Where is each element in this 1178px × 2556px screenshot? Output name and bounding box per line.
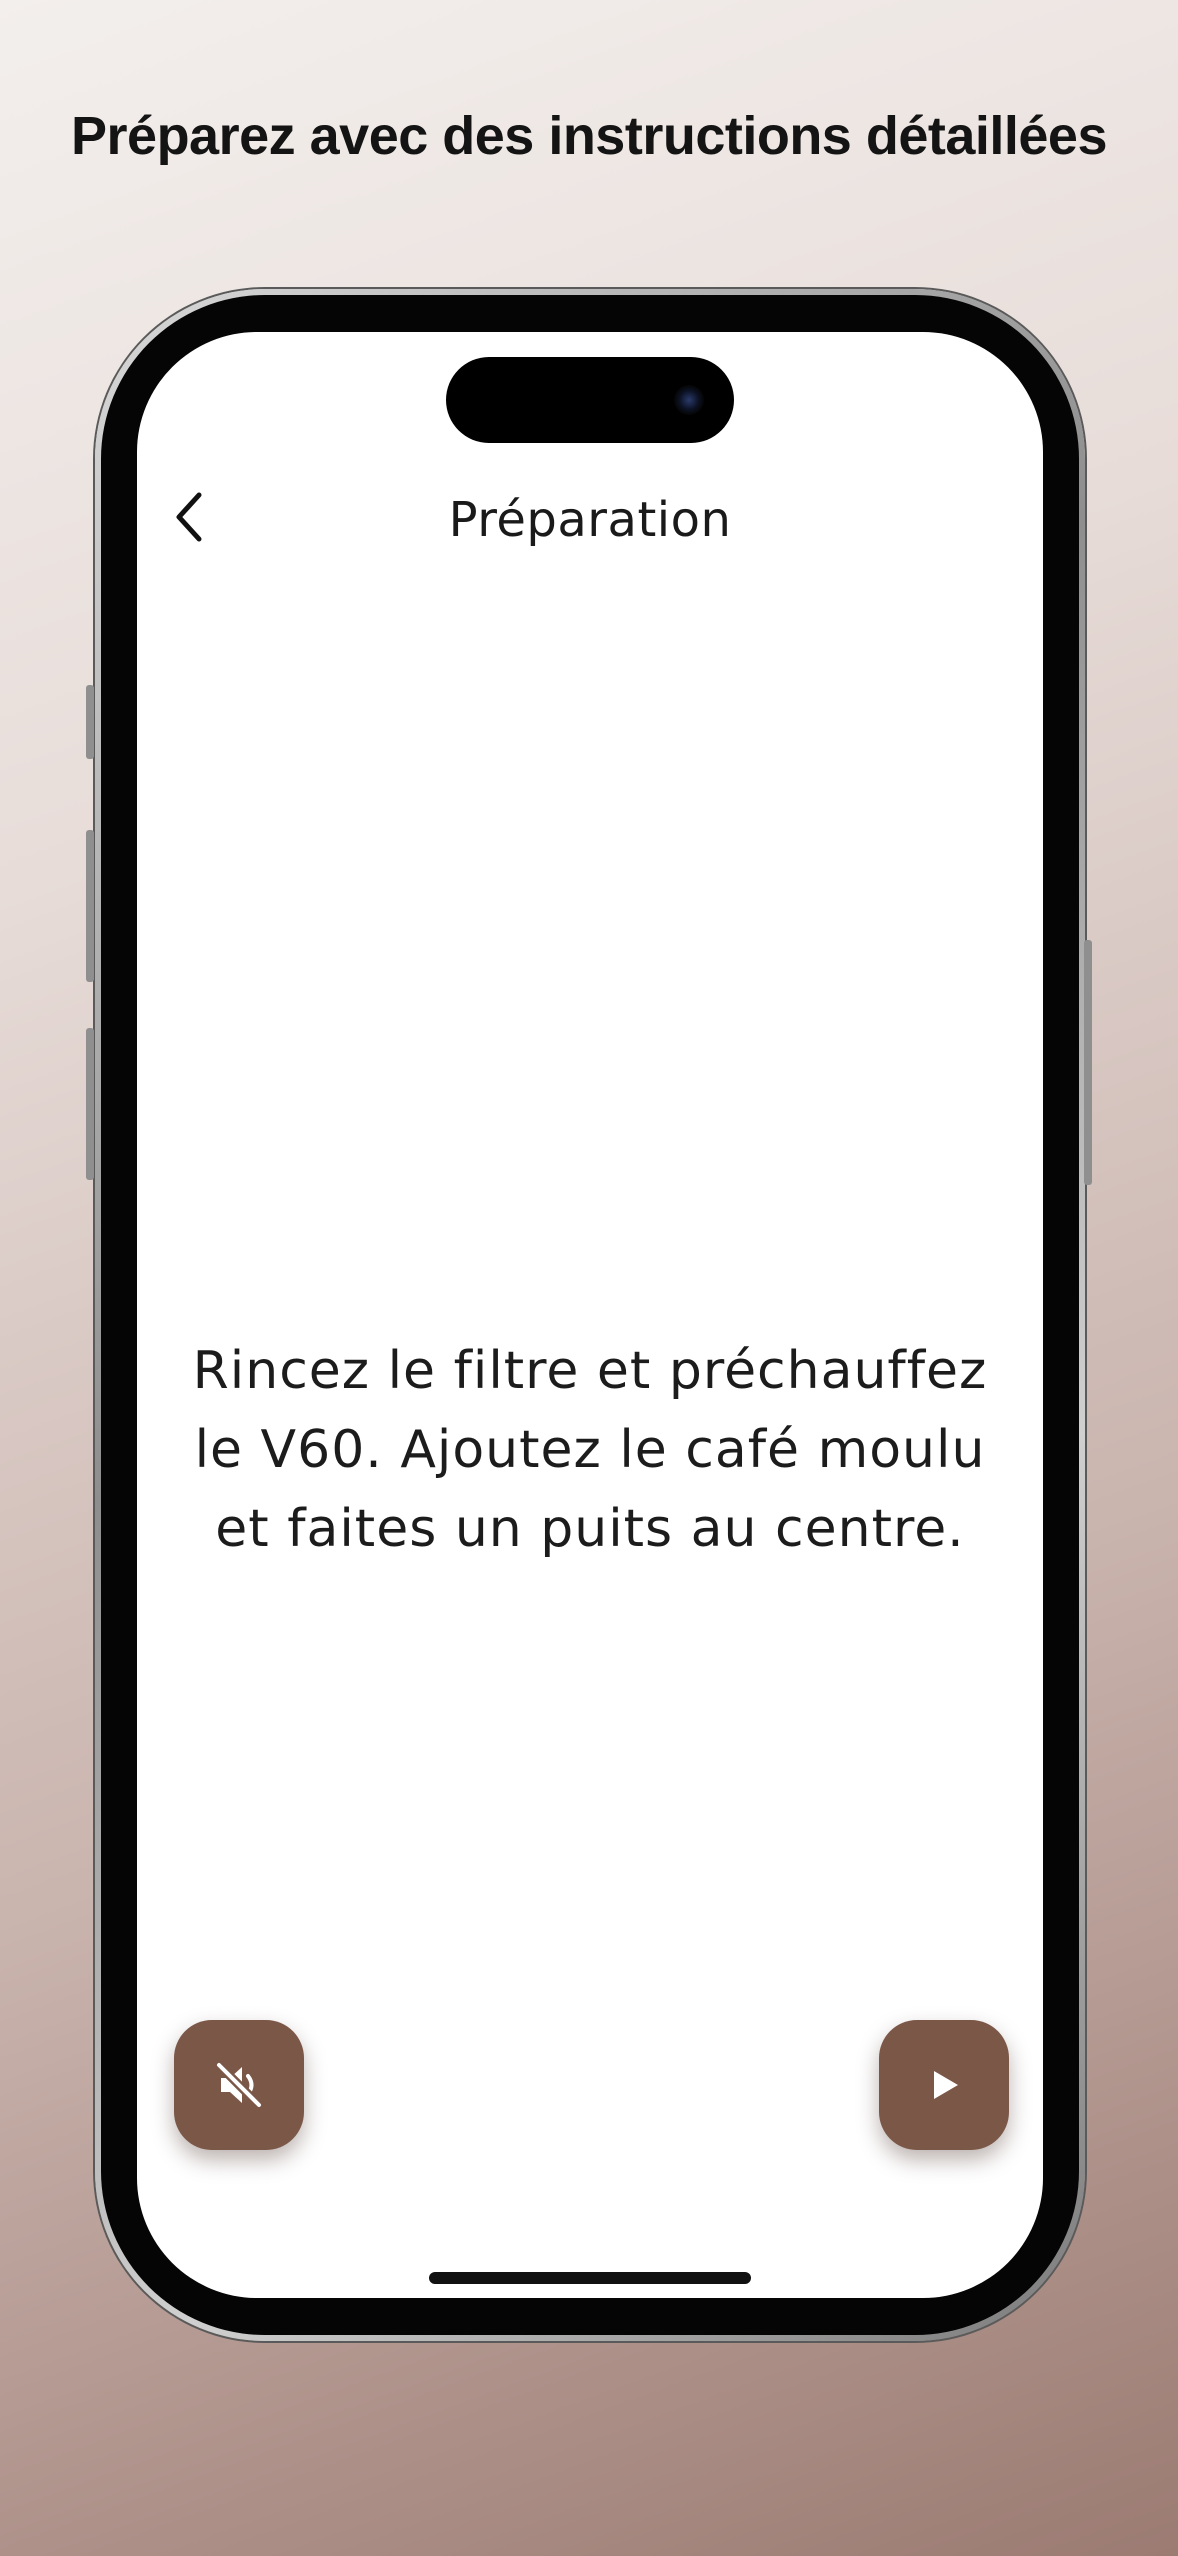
speaker-muted-icon xyxy=(214,2060,264,2110)
phone-volume-down-button xyxy=(86,1028,94,1180)
instruction-text: Rincez le filtre et préchauffez le V60. … xyxy=(177,1332,1003,1569)
home-indicator[interactable] xyxy=(429,2272,751,2284)
phone-volume-up-button xyxy=(86,830,94,982)
instruction-line: le V60. Ajoutez le café moulu xyxy=(194,1420,986,1480)
instruction-line: et faites un puits au centre. xyxy=(215,1499,965,1559)
marketing-headline: Préparez avec des instructions détaillée… xyxy=(71,106,1107,166)
page-title: Préparation xyxy=(448,492,732,548)
play-button[interactable] xyxy=(879,2020,1009,2150)
play-icon xyxy=(934,2071,958,2099)
phone-power-button xyxy=(1084,940,1092,1185)
mute-button[interactable] xyxy=(174,2020,304,2150)
dynamic-island xyxy=(446,357,734,443)
phone-action-button xyxy=(86,685,94,759)
instruction-line: Rincez le filtre et préchauffez xyxy=(192,1341,988,1401)
phone-screen: Préparation Rincez le filtre et préchauf… xyxy=(137,332,1043,2298)
front-camera xyxy=(674,385,704,415)
